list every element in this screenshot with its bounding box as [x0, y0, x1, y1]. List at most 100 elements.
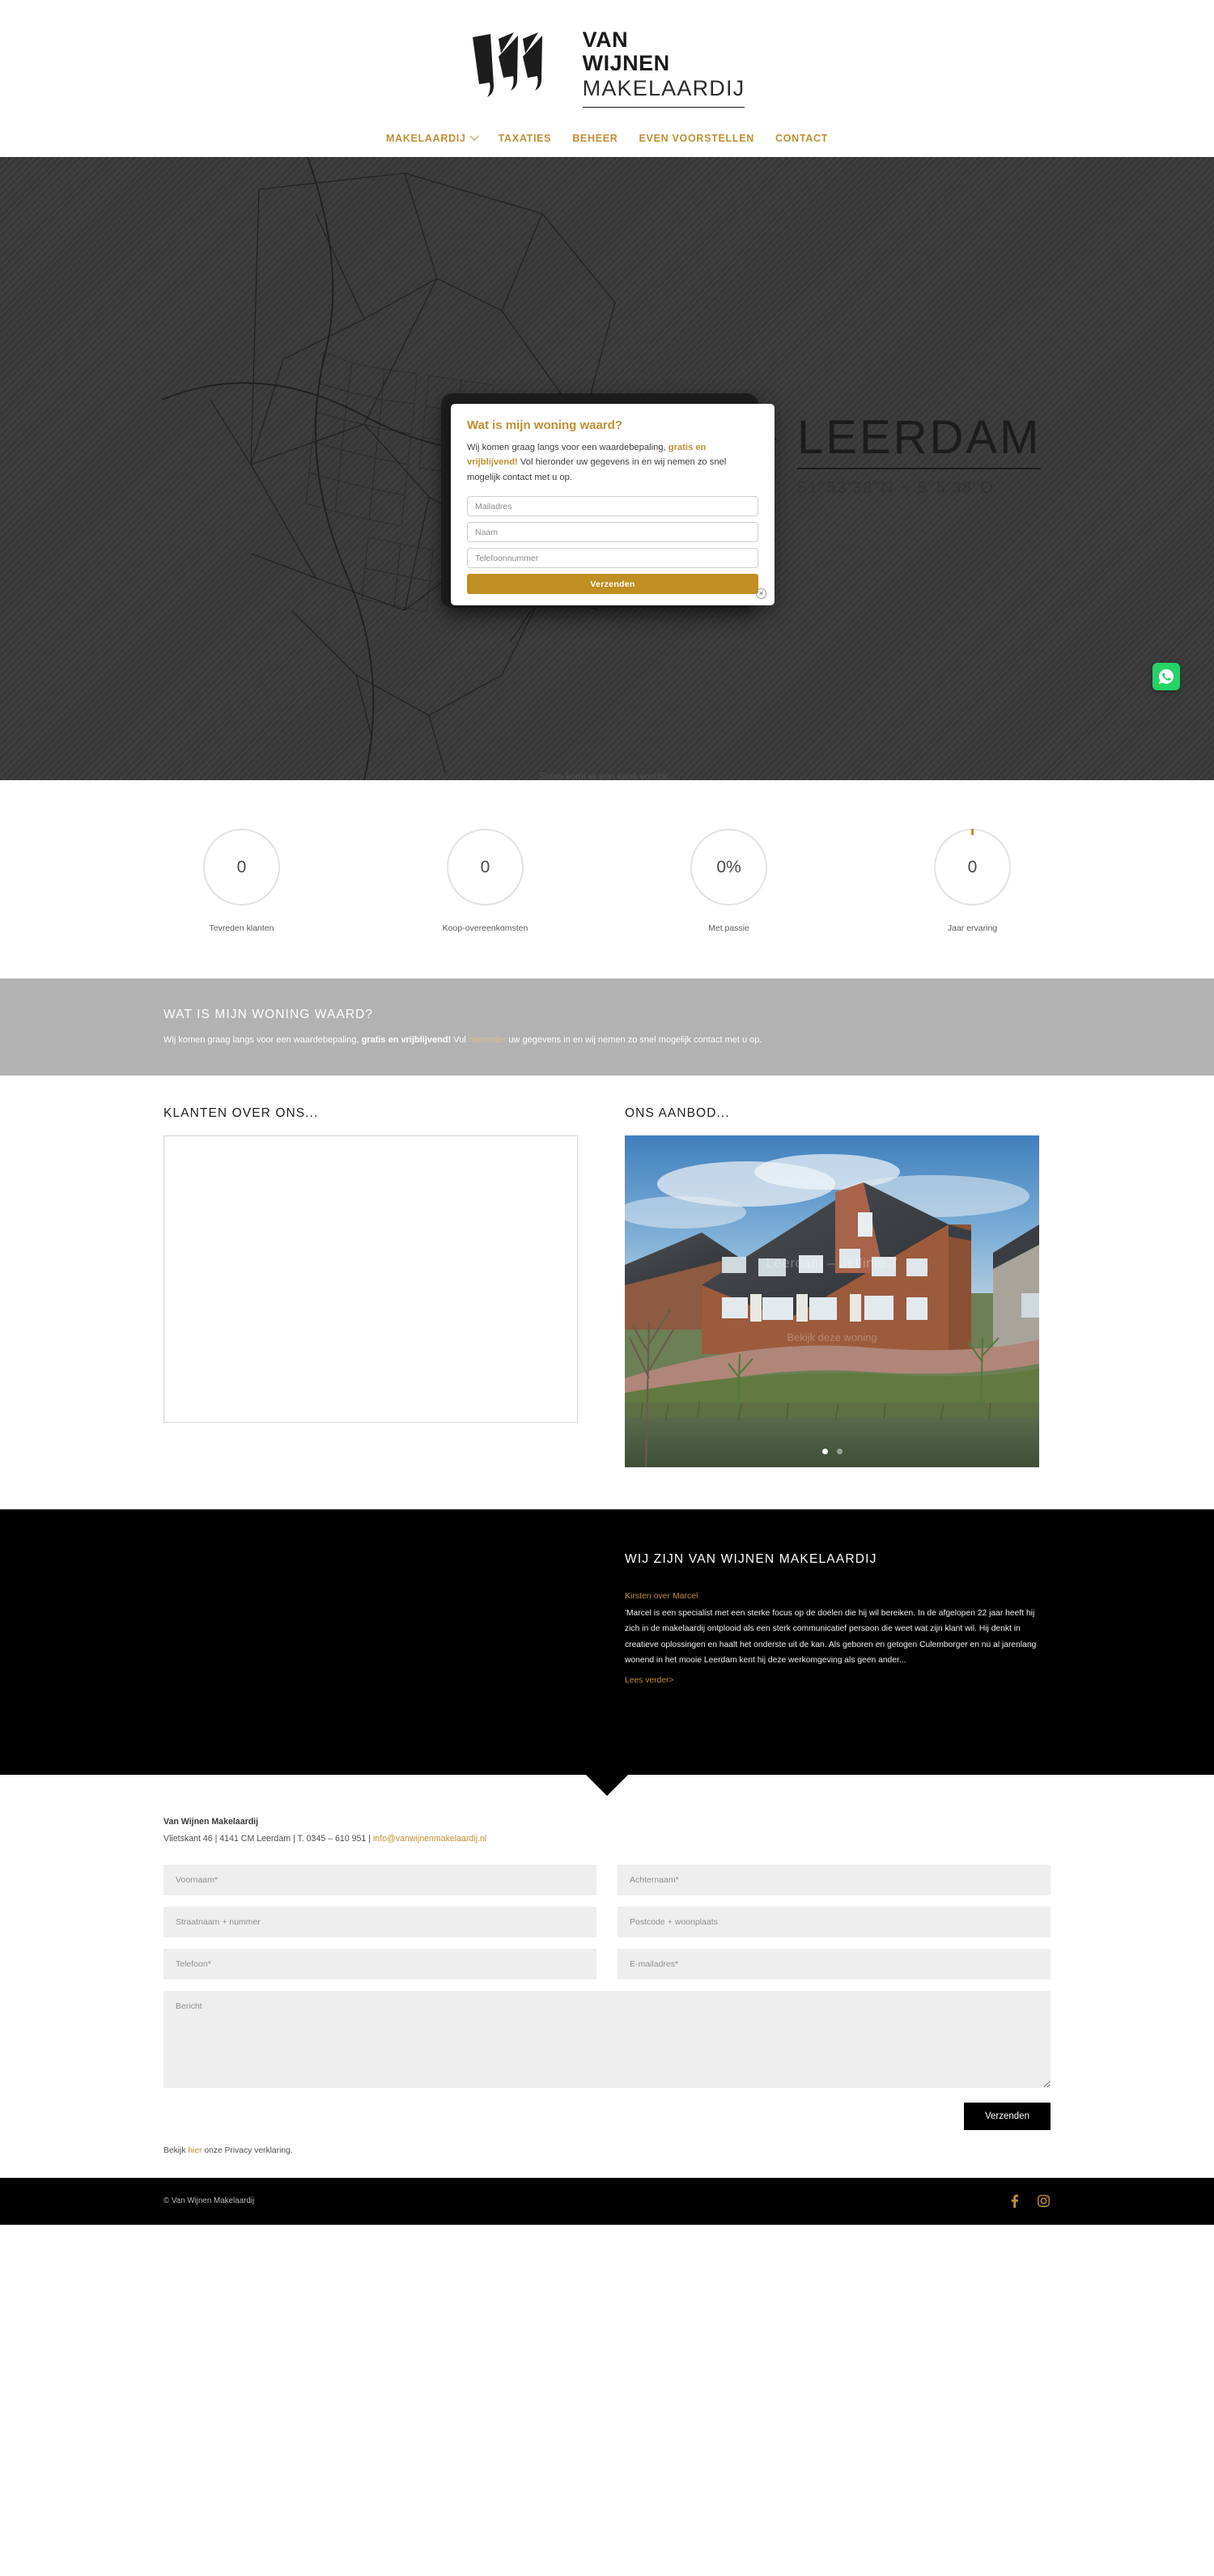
grey-cta-hieronder-link[interactable]: hieronder [469, 1035, 506, 1045]
grey-cta-text-part2: Vul [451, 1035, 469, 1045]
form-row-adres [163, 1906, 1051, 1937]
section-arrow-pointer [585, 1773, 629, 1796]
hero-section: LEERDAM 51°53'38"N ~ 5°5'38"O Wat is mij… [0, 157, 1214, 780]
submit-row: Verzenden [163, 2102, 1051, 2130]
logo[interactable]: VAN WIJNEN MAKELAARDIJ [0, 11, 1214, 125]
counter-value: 0% [716, 857, 741, 876]
email-link[interactable]: info@vanwijnenmakelaardij.nl [373, 1834, 486, 1844]
whatsapp-icon[interactable] [1152, 663, 1180, 690]
form-row-contactgegevens [163, 1948, 1051, 1980]
logo-rule [582, 106, 745, 108]
nav-label-makelaardij: MAKELAARDIJ [385, 133, 466, 144]
van-wijnen-monogram-icon [472, 32, 542, 97]
privacy-line: Bekijk hier onze Privacy verklaring. [163, 2146, 1051, 2178]
nav-item-contact[interactable]: CONTACT [775, 133, 828, 144]
offer-carousel[interactable]: Leerdam – Jetlinie 7 Bekijk deze woning [625, 1135, 1039, 1467]
modal-title: Wat is mijn woning waard? [467, 418, 622, 432]
offer-column: ONS AANBOD... Leerdam – Jetlinie 7 Bekij… [625, 1106, 1039, 1467]
address-text: Vlietskant 46 | 4141 CM Leerdam | T. 034… [163, 1833, 373, 1844]
offer-overlay-subtitle: Bekijk deze woning [787, 1330, 877, 1343]
carousel-dot-1[interactable] [821, 1448, 828, 1454]
about-title: WIJ ZIJN VAN WIJNEN MAKELAARDIJ [625, 1551, 877, 1566]
modal-submit-button[interactable]: Verzenden [467, 574, 758, 595]
privacy-text-part2: onze Privacy verklaring. [202, 2145, 293, 2155]
grey-cta-text-part3: uw gegevens in en wij nemen zo snel moge… [506, 1035, 762, 1045]
counter-ring: 0 [934, 829, 1011, 906]
contact-form: Verzenden [163, 1864, 1051, 2130]
counter-value: 0 [967, 857, 978, 876]
counter-label: Koop-overeenkomsten [442, 923, 528, 933]
counter-jaar-ervaring: 0 Jaar ervaring [908, 829, 1038, 933]
property-photo [625, 1135, 1039, 1467]
two-column-section: KLANTEN OVER ONS... ONS AANBOD... Leerda… [163, 1076, 1051, 1509]
logo-line-2: WIJNEN [582, 51, 670, 76]
counter-koop-overeenkomsten: 0 Koop-overeenkomsten [421, 829, 550, 933]
instagram-icon[interactable] [1037, 2194, 1051, 2208]
postcode-input[interactable] [618, 1906, 1051, 1937]
contact-submit-button[interactable]: Verzenden [964, 2102, 1051, 2130]
straatnaam-input[interactable] [163, 1906, 596, 1937]
counter-label: Jaar ervaring [947, 923, 998, 933]
logo-line-1: VAN [582, 28, 629, 53]
counter-label: Tevreden klanten [209, 923, 274, 933]
quote-author: Kirsten over Marcel [625, 1590, 698, 1601]
site-header: VAN WIJNEN MAKELAARDIJ MAKELAARDIJ TAXAT… [0, 0, 1214, 157]
modal-text-part1: Wij komen graag langs voor een waardebep… [467, 443, 669, 452]
main-navigation: MAKELAARDIJ TAXATIES BEHEER EVEN VOORSTE… [0, 125, 1214, 157]
reviews-column: KLANTEN OVER ONS... [163, 1106, 578, 1467]
bericht-textarea[interactable] [163, 1990, 1051, 2088]
hero-lead-text: Soms komt er een kans voorbij... [539, 772, 675, 780]
grey-cta-text-bold: gratis en vrijblijvend! [361, 1035, 452, 1045]
copyright-text: © Van Wijnen Makelaardij [163, 2196, 255, 2206]
contact-section: Van Wijnen Makelaardij Vlietskant 46 | 4… [0, 1774, 1214, 2178]
quote-text: 'Marcel is een specialist met een sterke… [625, 1608, 1037, 1666]
privacy-link[interactable]: hier [188, 2146, 202, 2155]
about-left-column [163, 1552, 578, 1687]
voornaam-input[interactable] [163, 1864, 596, 1895]
privacy-text-part1: Bekijk [163, 2145, 189, 2155]
about-right-column: WIJ ZIJN VAN WIJNEN MAKELAARDIJ Kirsten … [625, 1552, 1039, 1687]
modal-close-icon[interactable]: ✕ [756, 588, 766, 600]
offer-overlay-title: Leerdam – Jetlinie 7 [766, 1254, 898, 1271]
carousel-dot-2[interactable] [836, 1448, 843, 1454]
about-black-section: WIJ ZIJN VAN WIJNEN MAKELAARDIJ Kirsten … [0, 1509, 1214, 1796]
reviews-widget-box[interactable] [163, 1135, 578, 1423]
company-name: Van Wijnen Makelaardij [163, 1816, 259, 1827]
counter-ring: 0 [203, 829, 280, 906]
modal-naam-input[interactable] [467, 522, 758, 543]
nav-item-makelaardij[interactable]: MAKELAARDIJ [385, 131, 479, 144]
counter-ring: 0 [447, 829, 524, 906]
woning-waarde-modal: Wat is mijn woning waard? Wij komen graa… [451, 404, 775, 606]
hero-text-block: Soms komt er een kans voorbij... Langs d… [170, 772, 1044, 780]
modal-description: Wij komen graag langs voor een waardebep… [467, 440, 758, 485]
nav-item-beheer[interactable]: BEHEER [572, 133, 618, 144]
modal-telefoon-input[interactable] [467, 548, 758, 569]
nav-item-taxaties[interactable]: TAXATIES [499, 133, 552, 144]
achternaam-input[interactable] [618, 1864, 1051, 1895]
grey-cta-banner: WAT IS MIJN WONING WAARD? Wij komen graa… [0, 978, 1214, 1076]
reviews-title: KLANTEN OVER ONS... [163, 1106, 319, 1120]
footer-bar: © Van Wijnen Makelaardij [0, 2177, 1214, 2225]
counter-tevreden-klanten: 0 Tevreden klanten [177, 829, 307, 933]
carousel-dots [625, 1448, 1039, 1454]
form-row-naam [163, 1864, 1051, 1895]
counters-section: 0 Tevreden klanten 0 Koop-overeenkomsten… [0, 780, 1214, 978]
modal-email-input[interactable] [467, 496, 758, 517]
counter-label: Met passie [708, 923, 749, 933]
email-input[interactable] [618, 1948, 1051, 1980]
grey-cta-text: Wij komen graag langs voor een waardebep… [163, 1033, 1051, 1048]
nav-item-even-voorstellen[interactable]: EVEN VOORSTELLEN [639, 133, 754, 144]
lees-verder-link[interactable]: Lees verder> [625, 1676, 673, 1685]
telefoon-input[interactable] [163, 1948, 596, 1980]
counter-ring: 0% [690, 829, 767, 906]
grey-cta-text-part1: Wij komen graag langs voor een waardebep… [163, 1035, 362, 1045]
chevron-down-icon [469, 131, 479, 141]
grey-cta-title: WAT IS MIJN WONING WAARD? [163, 1008, 374, 1021]
counter-met-passie: 0% Met passie [664, 829, 794, 933]
counter-value: 0 [236, 857, 247, 876]
counter-value: 0 [480, 857, 490, 876]
facebook-icon[interactable] [1008, 2194, 1021, 2209]
offer-title: ONS AANBOD... [625, 1106, 730, 1120]
company-address: Vlietskant 46 | 4141 CM Leerdam | T. 034… [163, 1834, 1051, 1844]
logo-line-3: MAKELAARDIJ [582, 76, 745, 100]
